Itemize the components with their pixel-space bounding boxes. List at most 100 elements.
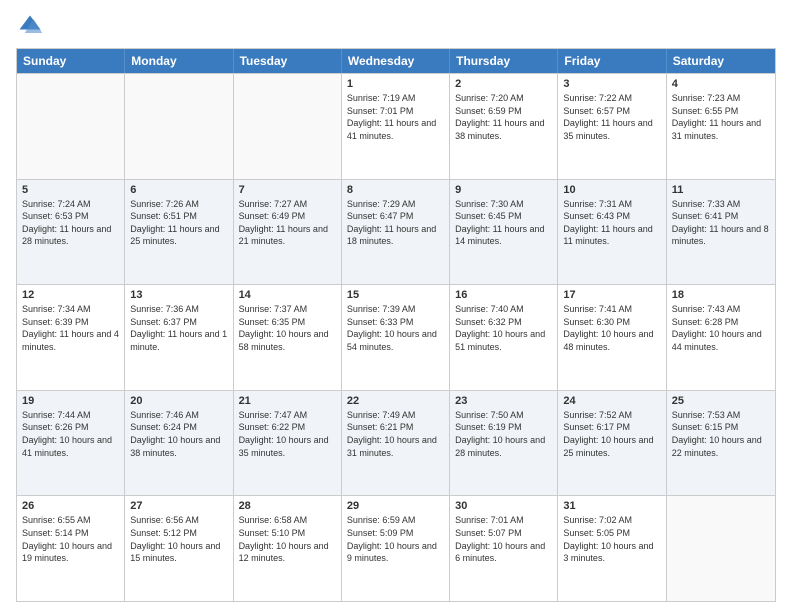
header-day-sunday: Sunday [17,49,125,73]
cell-date-number: 16 [455,289,552,301]
cell-info: Sunrise: 7:33 AMSunset: 6:41 PMDaylight:… [672,198,770,248]
cell-date-number: 8 [347,184,444,196]
cell-info: Sunrise: 7:52 AMSunset: 6:17 PMDaylight:… [563,409,660,459]
cell-info: Sunrise: 7:34 AMSunset: 6:39 PMDaylight:… [22,303,119,353]
cell-info: Sunrise: 7:41 AMSunset: 6:30 PMDaylight:… [563,303,660,353]
header-day-tuesday: Tuesday [234,49,342,73]
calendar-cell: 20 Sunrise: 7:46 AMSunset: 6:24 PMDayligh… [125,391,233,496]
cell-info: Sunrise: 7:01 AMSunset: 5:07 PMDaylight:… [455,514,552,564]
cell-info: Sunrise: 7:30 AMSunset: 6:45 PMDaylight:… [455,198,552,248]
cell-date-number: 28 [239,500,336,512]
cell-info: Sunrise: 6:55 AMSunset: 5:14 PMDaylight:… [22,514,119,564]
cell-info: Sunrise: 7:23 AMSunset: 6:55 PMDaylight:… [672,92,770,142]
cell-info: Sunrise: 7:39 AMSunset: 6:33 PMDaylight:… [347,303,444,353]
cell-date-number: 7 [239,184,336,196]
header-day-saturday: Saturday [667,49,775,73]
calendar-cell: 26 Sunrise: 6:55 AMSunset: 5:14 PMDayligh… [17,496,125,601]
calendar-cell: 22 Sunrise: 7:49 AMSunset: 6:21 PMDayligh… [342,391,450,496]
cell-date-number: 30 [455,500,552,512]
cell-info: Sunrise: 7:49 AMSunset: 6:21 PMDaylight:… [347,409,444,459]
calendar-body: 1Sunrise: 7:19 AMSunset: 7:01 PMDaylight… [17,73,775,601]
header-day-thursday: Thursday [450,49,558,73]
cell-info: Sunrise: 7:36 AMSunset: 6:37 PMDaylight:… [130,303,227,353]
cell-info: Sunrise: 7:50 AMSunset: 6:19 PMDaylight:… [455,409,552,459]
calendar-cell: 4 Sunrise: 7:23 AMSunset: 6:55 PMDaylight… [667,74,775,179]
calendar-cell: 30 Sunrise: 7:01 AMSunset: 5:07 PMDayligh… [450,496,558,601]
cell-info: Sunrise: 7:26 AMSunset: 6:51 PMDaylight:… [130,198,227,248]
calendar-cell: 24 Sunrise: 7:52 AMSunset: 6:17 PMDayligh… [558,391,666,496]
header-day-wednesday: Wednesday [342,49,450,73]
calendar-cell: 11Sunrise: 7:33 AMSunset: 6:41 PMDayligh… [667,180,775,285]
calendar-cell: 5 Sunrise: 7:24 AMSunset: 6:53 PMDaylight… [17,180,125,285]
cell-info: Sunrise: 7:40 AMSunset: 6:32 PMDaylight:… [455,303,552,353]
calendar-cell: 18 Sunrise: 7:43 AMSunset: 6:28 PMDayligh… [667,285,775,390]
cell-info: Sunrise: 7:43 AMSunset: 6:28 PMDaylight:… [672,303,770,353]
calendar-cell [667,496,775,601]
calendar-cell: 25Sunrise: 7:53 AMSunset: 6:15 PMDayligh… [667,391,775,496]
calendar-week-2: 5 Sunrise: 7:24 AMSunset: 6:53 PMDaylight… [17,179,775,285]
cell-info: Sunrise: 7:20 AMSunset: 6:59 PMDaylight:… [455,92,552,142]
header [16,12,776,40]
cell-date-number: 14 [239,289,336,301]
logo-icon [16,12,44,40]
calendar-cell: 16 Sunrise: 7:40 AMSunset: 6:32 PMDayligh… [450,285,558,390]
cell-date-number: 21 [239,395,336,407]
calendar-cell: 21 Sunrise: 7:47 AMSunset: 6:22 PMDayligh… [234,391,342,496]
calendar-cell: 17 Sunrise: 7:41 AMSunset: 6:30 PMDayligh… [558,285,666,390]
calendar-week-1: 1Sunrise: 7:19 AMSunset: 7:01 PMDaylight… [17,73,775,179]
calendar-cell: 6Sunrise: 7:26 AMSunset: 6:51 PMDaylight… [125,180,233,285]
calendar-cell: 7Sunrise: 7:27 AMSunset: 6:49 PMDaylight… [234,180,342,285]
calendar-week-3: 12 Sunrise: 7:34 AMSunset: 6:39 PMDayligh… [17,284,775,390]
calendar-week-5: 26 Sunrise: 6:55 AMSunset: 5:14 PMDayligh… [17,495,775,601]
calendar-cell: 14 Sunrise: 7:37 AMSunset: 6:35 PMDayligh… [234,285,342,390]
cell-date-number: 26 [22,500,119,512]
calendar-cell: 10 Sunrise: 7:31 AMSunset: 6:43 PMDayligh… [558,180,666,285]
header-day-friday: Friday [558,49,666,73]
cell-date-number: 18 [672,289,770,301]
calendar-cell: 29 Sunrise: 6:59 AMSunset: 5:09 PMDayligh… [342,496,450,601]
cell-info: Sunrise: 7:22 AMSunset: 6:57 PMDaylight:… [563,92,660,142]
cell-info: Sunrise: 7:46 AMSunset: 6:24 PMDaylight:… [130,409,227,459]
calendar-cell: 31 Sunrise: 7:02 AMSunset: 5:05 PMDayligh… [558,496,666,601]
cell-date-number: 13 [130,289,227,301]
calendar-cell [17,74,125,179]
calendar-cell: 27 Sunrise: 6:56 AMSunset: 5:12 PMDayligh… [125,496,233,601]
calendar-cell: 23Sunrise: 7:50 AMSunset: 6:19 PMDayligh… [450,391,558,496]
calendar: SundayMondayTuesdayWednesdayThursdayFrid… [16,48,776,602]
cell-date-number: 2 [455,78,552,90]
cell-date-number: 22 [347,395,444,407]
cell-date-number: 20 [130,395,227,407]
calendar-header: SundayMondayTuesdayWednesdayThursdayFrid… [17,49,775,73]
cell-info: Sunrise: 6:58 AMSunset: 5:10 PMDaylight:… [239,514,336,564]
calendar-cell: 2 Sunrise: 7:20 AMSunset: 6:59 PMDaylight… [450,74,558,179]
cell-date-number: 31 [563,500,660,512]
cell-date-number: 19 [22,395,119,407]
cell-date-number: 24 [563,395,660,407]
cell-info: Sunrise: 7:37 AMSunset: 6:35 PMDaylight:… [239,303,336,353]
page: SundayMondayTuesdayWednesdayThursdayFrid… [0,0,792,612]
header-day-monday: Monday [125,49,233,73]
calendar-cell: 13 Sunrise: 7:36 AMSunset: 6:37 PMDayligh… [125,285,233,390]
cell-date-number: 10 [563,184,660,196]
cell-date-number: 17 [563,289,660,301]
cell-date-number: 9 [455,184,552,196]
cell-date-number: 27 [130,500,227,512]
cell-info: Sunrise: 7:47 AMSunset: 6:22 PMDaylight:… [239,409,336,459]
cell-info: Sunrise: 7:31 AMSunset: 6:43 PMDaylight:… [563,198,660,248]
calendar-cell: 9 Sunrise: 7:30 AMSunset: 6:45 PMDaylight… [450,180,558,285]
calendar-cell: 12 Sunrise: 7:34 AMSunset: 6:39 PMDayligh… [17,285,125,390]
calendar-cell [125,74,233,179]
cell-date-number: 5 [22,184,119,196]
cell-info: Sunrise: 6:56 AMSunset: 5:12 PMDaylight:… [130,514,227,564]
cell-info: Sunrise: 7:24 AMSunset: 6:53 PMDaylight:… [22,198,119,248]
cell-date-number: 4 [672,78,770,90]
logo [16,12,48,40]
cell-date-number: 29 [347,500,444,512]
cell-date-number: 12 [22,289,119,301]
cell-info: Sunrise: 7:02 AMSunset: 5:05 PMDaylight:… [563,514,660,564]
cell-info: Sunrise: 6:59 AMSunset: 5:09 PMDaylight:… [347,514,444,564]
cell-date-number: 1 [347,78,444,90]
calendar-cell: 15Sunrise: 7:39 AMSunset: 6:33 PMDayligh… [342,285,450,390]
cell-date-number: 3 [563,78,660,90]
calendar-cell: 28 Sunrise: 6:58 AMSunset: 5:10 PMDayligh… [234,496,342,601]
